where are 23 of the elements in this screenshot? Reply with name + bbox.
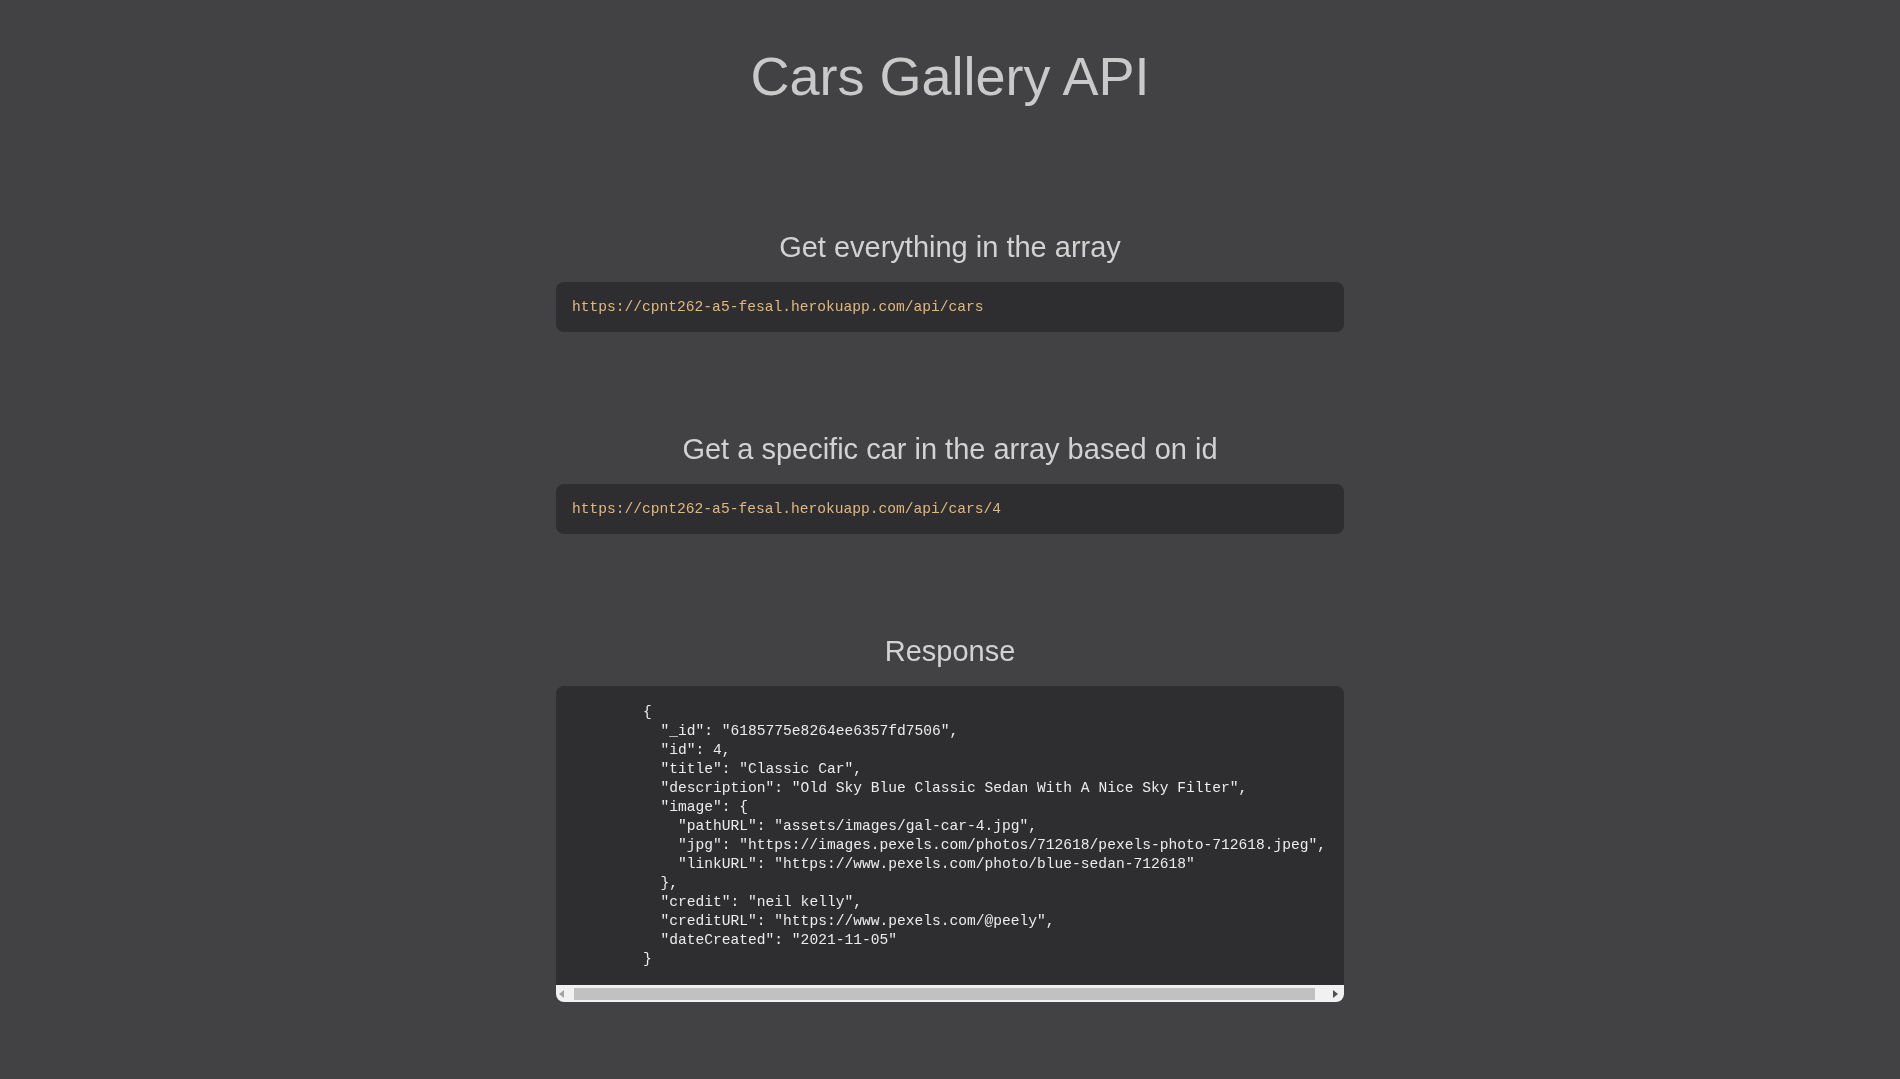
code-line: "description": "Old Sky Blue Classic Sedan With A Nice Sky Filter",	[660, 779, 1248, 798]
code-line: "pathURL": "assets/images/gal-car-4.jpg",	[678, 817, 1038, 836]
left-arrow-icon[interactable]	[559, 989, 564, 998]
endpoint-url: https://cpnt262-a5-fesal.herokuapp.com/api/cars	[572, 298, 984, 317]
code-line: "creditURL": "https://www.pexels.com/@peely",	[660, 912, 1055, 931]
code-line: "_id": "6185775e8264ee6357fd7506",	[660, 722, 959, 741]
endpoint-url: https://cpnt262-a5-fesal.herokuapp.com/api/cars/4	[572, 500, 1002, 519]
code-line: }	[643, 950, 652, 969]
code-line: "credit": "neil kelly",	[660, 893, 862, 912]
code-line: "dateCreated": "2021-11-05"	[660, 931, 897, 950]
horizontal-scrollbar[interactable]	[556, 985, 1344, 1002]
code-line: "image": {	[660, 798, 749, 817]
code-line: {	[643, 703, 652, 722]
section-heading: Response	[884, 637, 1016, 666]
code-line: "id": 4,	[660, 741, 731, 760]
code-line: "jpg": "https://images.pexels.com/photos/712618/pexels-photo-712618.jpeg",	[678, 836, 1327, 855]
right-arrow-icon[interactable]	[1333, 989, 1338, 998]
code-line: "title": "Classic Car",	[660, 760, 862, 779]
section-heading: Get everything in the array	[779, 233, 1121, 262]
section-heading: Get a specific car in the array based on id	[682, 435, 1218, 464]
code-line: },	[660, 874, 678, 893]
scrollbar-thumb[interactable]	[574, 987, 1315, 1000]
code-line: "linkURL": "https://www.pexels.com/photo/blue-sedan-712618"	[678, 855, 1195, 874]
